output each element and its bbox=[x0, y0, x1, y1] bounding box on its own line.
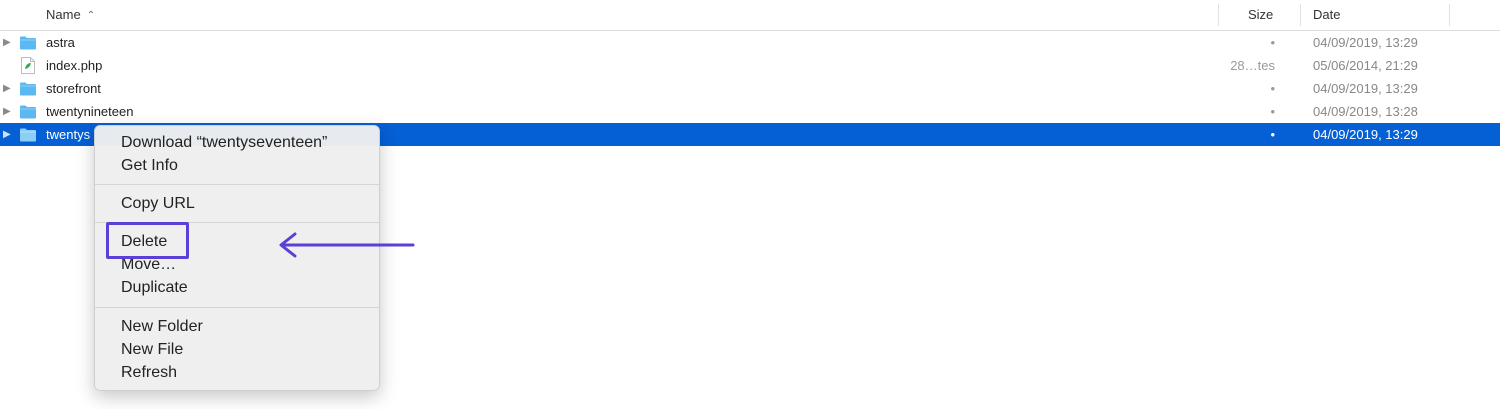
file-size: • bbox=[1270, 35, 1275, 50]
column-header: Name ⌃ Size Date bbox=[0, 0, 1500, 31]
php-file-icon bbox=[21, 57, 35, 74]
column-separator[interactable] bbox=[1218, 4, 1219, 26]
menu-item-new-file[interactable]: New File bbox=[121, 338, 183, 361]
disclosure-triangle-icon[interactable]: ▶ bbox=[3, 77, 13, 100]
file-name: twentynineteen bbox=[46, 104, 134, 119]
folder-icon bbox=[20, 36, 36, 50]
folder-icon bbox=[20, 82, 36, 96]
folder-icon bbox=[20, 105, 36, 119]
menu-item-copy-url[interactable]: Copy URL bbox=[121, 192, 195, 215]
file-size: • bbox=[1270, 104, 1275, 119]
file-row[interactable]: ▶ twentynineteen • 04/09/2019, 13:28 bbox=[0, 100, 1500, 123]
file-row[interactable]: index.php 28…tes 05/06/2014, 21:29 bbox=[0, 54, 1500, 77]
file-name: index.php bbox=[46, 58, 103, 73]
column-separator[interactable] bbox=[1449, 4, 1450, 26]
file-name: twentys bbox=[46, 127, 91, 142]
menu-item-duplicate[interactable]: Duplicate bbox=[121, 276, 188, 299]
column-header-name[interactable]: Name ⌃ bbox=[46, 0, 95, 30]
file-date: 04/09/2019, 13:29 bbox=[1313, 81, 1418, 96]
column-separator[interactable] bbox=[1300, 4, 1301, 26]
menu-divider bbox=[95, 307, 379, 308]
menu-divider bbox=[95, 184, 379, 185]
disclosure-triangle-icon[interactable]: ▶ bbox=[3, 31, 13, 54]
menu-item-download[interactable]: Download “twentyseventeen” bbox=[121, 131, 327, 154]
arrow-left-icon bbox=[279, 232, 415, 258]
column-header-size[interactable]: Size bbox=[1248, 0, 1273, 30]
chevron-up-icon: ⌃ bbox=[86, 10, 96, 21]
column-date-label: Date bbox=[1313, 7, 1341, 22]
file-name: storefront bbox=[46, 81, 101, 96]
file-date: 05/06/2014, 21:29 bbox=[1313, 58, 1418, 73]
delete-highlight-box bbox=[106, 222, 189, 259]
column-header-date[interactable]: Date bbox=[1313, 0, 1340, 30]
file-row[interactable]: ▶ astra • 04/09/2019, 13:29 bbox=[0, 31, 1500, 54]
file-size: • bbox=[1270, 127, 1275, 142]
file-row[interactable]: ▶ storefront • 04/09/2019, 13:29 bbox=[0, 77, 1500, 100]
file-date: 04/09/2019, 13:29 bbox=[1313, 127, 1418, 142]
file-name: astra bbox=[46, 35, 75, 50]
column-name-label: Name bbox=[46, 7, 81, 22]
file-size: 28…tes bbox=[1230, 58, 1275, 73]
menu-item-get-info[interactable]: Get Info bbox=[121, 154, 178, 177]
folder-icon bbox=[20, 128, 36, 142]
column-size-label: Size bbox=[1248, 7, 1274, 22]
file-date: 04/09/2019, 13:28 bbox=[1313, 104, 1418, 119]
disclosure-triangle-icon[interactable]: ▶ bbox=[3, 100, 13, 123]
disclosure-triangle-icon[interactable]: ▶ bbox=[3, 123, 13, 146]
menu-item-new-folder[interactable]: New Folder bbox=[121, 315, 203, 338]
file-date: 04/09/2019, 13:29 bbox=[1313, 35, 1418, 50]
menu-item-refresh[interactable]: Refresh bbox=[121, 361, 177, 384]
file-size: • bbox=[1270, 81, 1275, 96]
